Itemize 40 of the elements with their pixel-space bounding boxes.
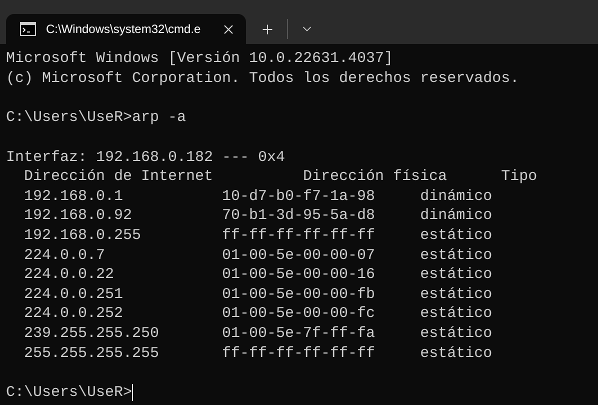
table-cell: 01-00-5e-00-00-07 [222,246,376,264]
terminal-tab[interactable]: C:\Windows\system32\cmd.e [6,14,246,44]
table-cell: estático [420,226,492,244]
command-prompt-icon [20,22,36,36]
table-cell: 239.255.255.250 [24,324,160,342]
table-cell: estático [420,266,492,284]
table-cell: estático [420,344,492,362]
table-cell: 192.168.0.1 [24,188,124,205]
table-cell: 224.0.0.252 [24,305,124,322]
table-cell: 01-00-5e-7f-ff-fa [222,324,376,342]
column-header: Tipo [501,168,538,186]
table-cell: 224.0.0.251 [24,286,124,303]
command-text: arp -a [132,108,186,128]
table-cell: ff-ff-ff-ff-ff-ff [222,226,376,244]
table-cell: 224.0.0.7 [24,246,106,264]
prompt-text: C:\Users\UseR> [6,108,132,128]
output-line: Microsoft Windows [Versión 10.0.22631.4037] [6,49,394,69]
table-cell: 01-00-5e-00-00-fc [222,305,376,322]
table-cell: 224.0.0.22 [24,266,114,284]
output-line: (c) Microsoft Corporation. Todos los derechos reservados. [6,68,520,88]
column-header: Dirección de Internet [24,168,214,186]
table-cell: dinámico [420,207,492,224]
table-cell: dinámico [420,188,492,205]
table-cell: 192.168.0.255 [24,226,142,244]
table-cell: 192.168.0.92 [24,207,132,224]
table-cell: estático [420,246,492,264]
table-cell: estático [420,305,492,322]
prompt-text: C:\Users\UseR> [6,382,132,403]
table-cell: 01-00-5e-00-00-fb [222,286,376,303]
table-cell: estático [420,324,492,342]
table-cell: estático [420,286,492,303]
text-cursor [132,384,134,402]
table-cell: 01-00-5e-00-00-16 [222,266,376,284]
table-cell: 70-b1-3d-95-5a-d8 [222,207,376,224]
tab-title: C:\Windows\system32\cmd.e [46,21,202,38]
table-cell: 10-d7-b0-f7-1a-98 [222,188,376,205]
column-header: Dirección física [303,168,448,186]
table-cell: 255.255.255.255 [24,344,160,362]
table-cell: ff-ff-ff-ff-ff-ff [222,344,376,362]
interface-line: Interfaz: 192.168.0.182 --- 0x4 [6,148,286,168]
